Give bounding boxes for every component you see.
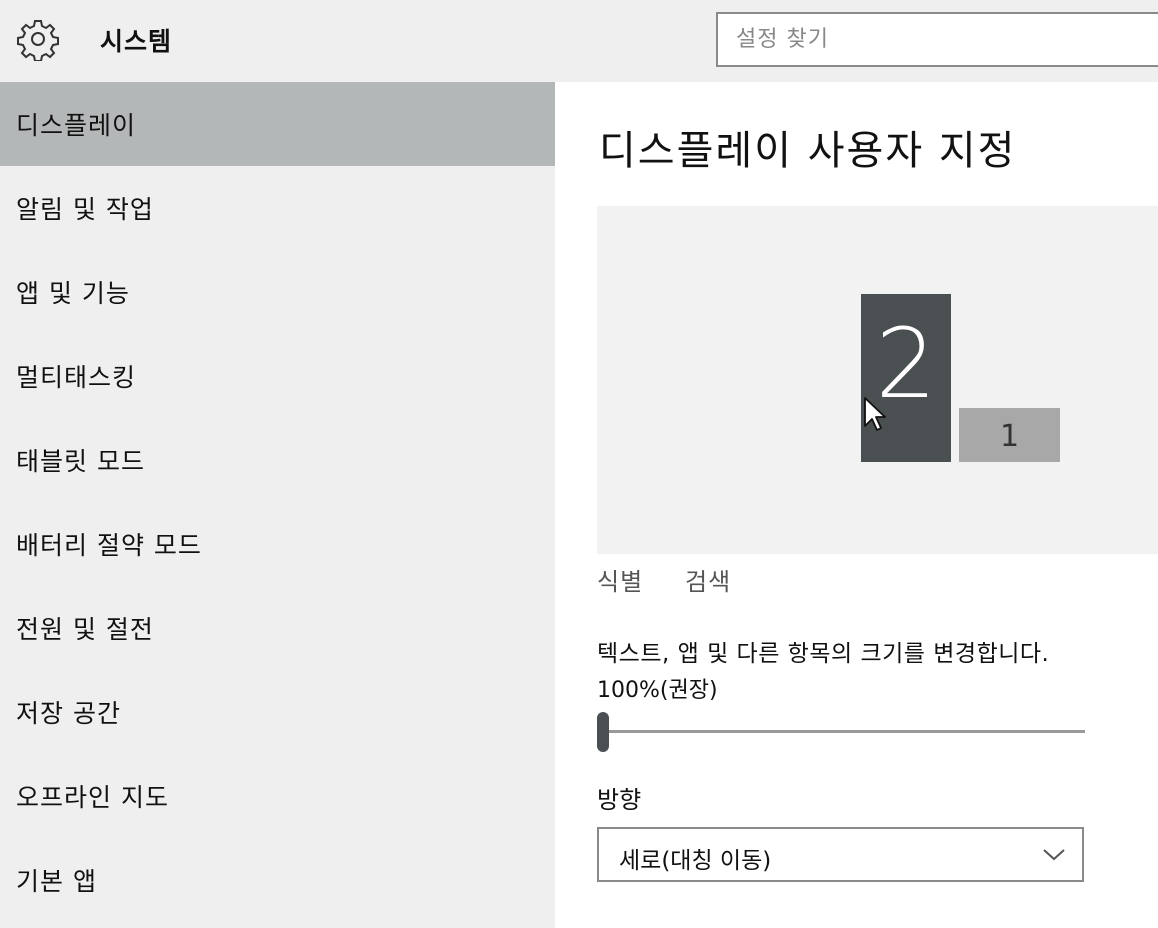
sidebar-item-power-sleep[interactable]: 전원 및 절전 (0, 586, 555, 670)
display-preview: 2 1 (597, 206, 1158, 554)
orientation-label: 방향 (597, 786, 642, 814)
search-input[interactable] (716, 12, 1158, 67)
sidebar: 디스플레이 알림 및 작업 앱 및 기능 멀티태스킹 태블릿 모드 배터리 절약… (0, 82, 555, 928)
sidebar-item-notifications[interactable]: 알림 및 작업 (0, 166, 555, 250)
sidebar-item-apps-features[interactable]: 앱 및 기능 (0, 250, 555, 334)
sidebar-item-default-apps[interactable]: 기본 앱 (0, 838, 555, 922)
sidebar-item-tablet-mode[interactable]: 태블릿 모드 (0, 418, 555, 502)
sidebar-item-multitasking[interactable]: 멀티태스킹 (0, 334, 555, 418)
orientation-dropdown[interactable]: 세로(대칭 이동) (597, 827, 1084, 882)
app-title: 시스템 (100, 27, 173, 56)
scale-value: 100%(권장) (597, 678, 718, 703)
identify-link[interactable]: 식별 (597, 562, 643, 597)
sidebar-item-storage[interactable]: 저장 공간 (0, 670, 555, 754)
monitor-2-tile[interactable]: 2 (861, 294, 951, 462)
chevron-down-icon (1043, 849, 1065, 861)
sidebar-item-battery-saver[interactable]: 배터리 절약 모드 (0, 502, 555, 586)
detect-link[interactable]: 검색 (685, 562, 731, 597)
monitor-1-label: 1 (999, 419, 1020, 454)
gear-icon[interactable] (16, 17, 60, 61)
main-panel: 디스플레이 사용자 지정 2 1 식별 검색 텍스트, 앱 및 다른 항목의 크… (555, 82, 1158, 928)
sidebar-item-offline-maps[interactable]: 오프라인 지도 (0, 754, 555, 838)
orientation-selected-value: 세로(대칭 이동) (619, 848, 772, 874)
scale-slider-thumb[interactable] (597, 712, 609, 752)
scale-slider-track[interactable] (599, 730, 1085, 733)
sidebar-item-display[interactable]: 디스플레이 (0, 82, 555, 166)
mouse-cursor-icon (864, 397, 886, 431)
page-title: 디스플레이 사용자 지정 (599, 128, 1017, 174)
monitor-1-tile[interactable]: 1 (959, 408, 1060, 462)
title-bar: 시스템 (0, 0, 1158, 82)
scale-label: 텍스트, 앱 및 다른 항목의 크기를 변경합니다. (597, 641, 1050, 667)
